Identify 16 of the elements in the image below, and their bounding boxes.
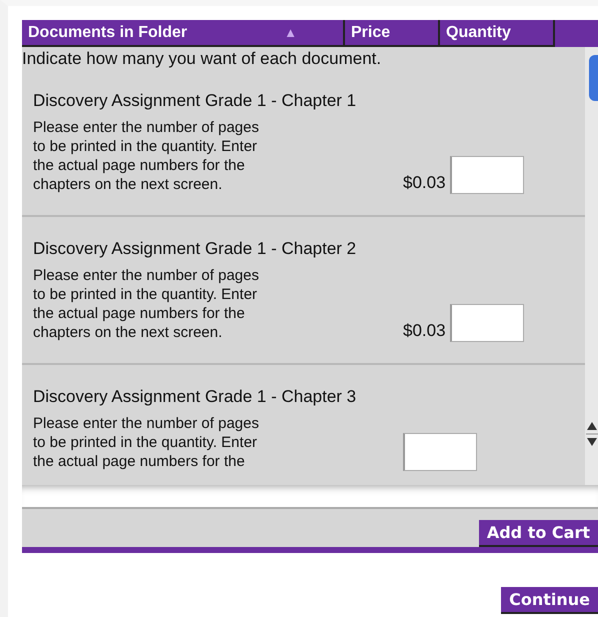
scroll-thumb[interactable] xyxy=(588,55,598,101)
price: $0.03 xyxy=(403,173,446,193)
quantity-field[interactable] xyxy=(450,304,524,342)
document-description: Please enter the number of pages to be printed in the quantity. Enter the actual page numbers for the chapters on the next screen. xyxy=(33,118,260,194)
document-description: Please enter the number of pages to be printed in the quantity. Enter the actual page numbers for the chapters on the next screen. xyxy=(33,266,260,342)
add-to-cart-button[interactable]: Add to Cart xyxy=(478,520,598,547)
instruction-text: Indicate how many you want of each document. xyxy=(22,48,382,69)
continue-button[interactable]: Continue xyxy=(501,587,598,614)
quantity-field[interactable] xyxy=(450,156,524,194)
document-title: Discovery Assignment Grade 1 - Chapter 2 xyxy=(33,239,358,259)
scrollbar[interactable] xyxy=(585,47,598,485)
document-title: Discovery Assignment Grade 1 - Chapter 1 xyxy=(33,91,358,111)
document-description: Please enter the number of pages to be printed in the quantity. Enter the actual page numbers for the xyxy=(33,414,260,471)
document-title: Discovery Assignment Grade 1 - Chapter 3 xyxy=(33,387,358,407)
price: $0.03 xyxy=(403,321,446,341)
quantity-field[interactable] xyxy=(403,433,477,471)
